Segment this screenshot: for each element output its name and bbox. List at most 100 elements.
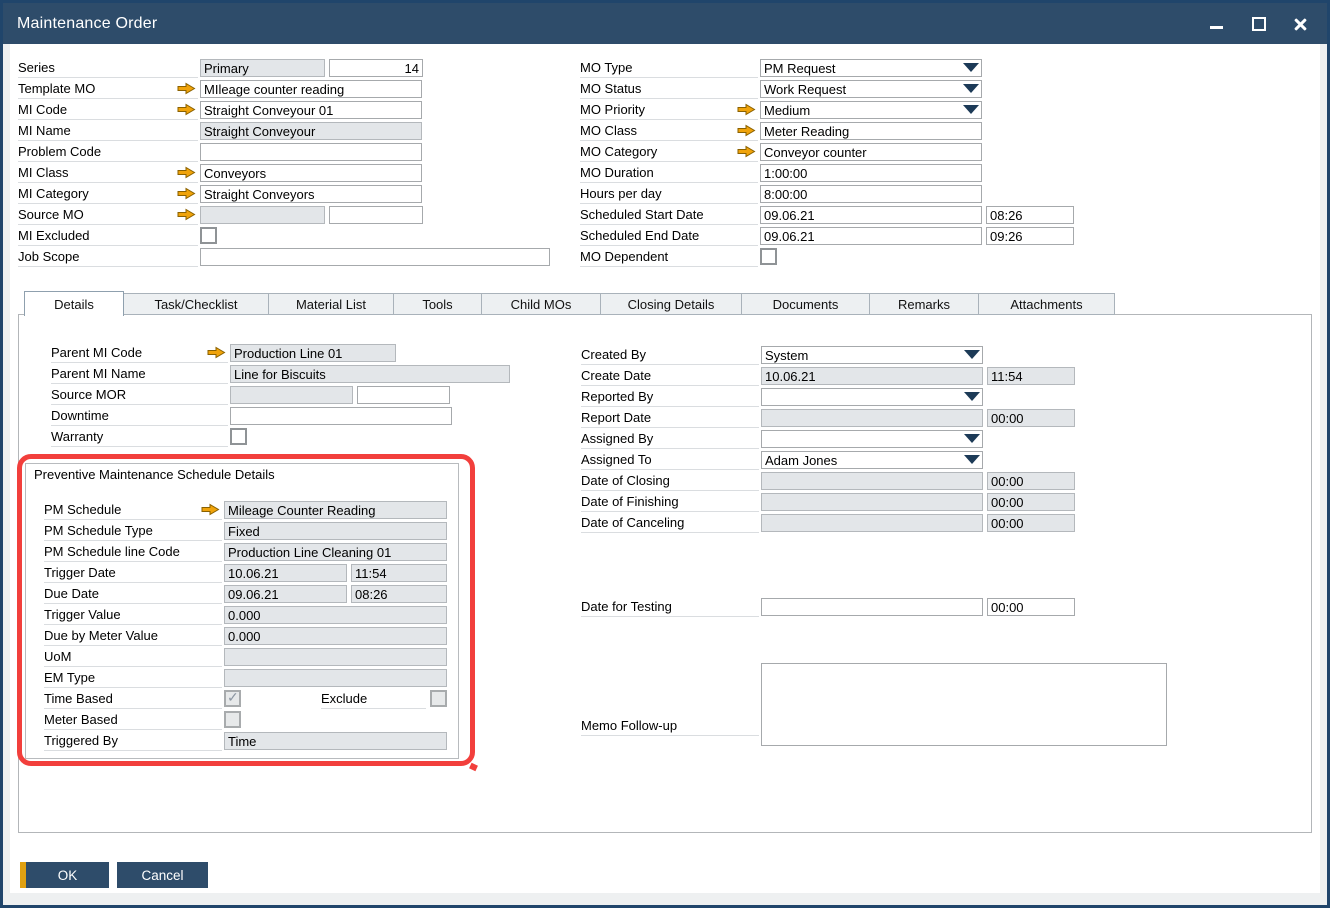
tab-child-mos[interactable]: Child MOs — [482, 293, 601, 315]
link-arrow-icon[interactable] — [201, 503, 220, 516]
assigned-to-dropdown[interactable]: Adam Jones — [761, 451, 983, 469]
canceling-time-field: 00:00 — [987, 514, 1075, 532]
assigned-to-label: Assigned To — [581, 452, 652, 467]
source-mo-label: Source MO — [18, 207, 84, 222]
link-arrow-icon[interactable] — [177, 82, 196, 95]
mo-class-field[interactable]: Meter Reading — [760, 122, 982, 140]
downtime-row: Downtime — [51, 405, 510, 426]
mo-duration-field[interactable]: 1:00:00 — [760, 164, 982, 182]
series-label: Series — [18, 60, 55, 75]
mo-category-label: MO Category — [580, 144, 657, 159]
mi-excluded-checkbox[interactable] — [200, 227, 217, 244]
memo-follow-up-label: Memo Follow-up — [581, 718, 677, 733]
mi-class-row: MI Class Conveyors — [18, 162, 550, 183]
tab-task-checklist[interactable]: Task/Checklist — [124, 293, 269, 315]
cancel-button[interactable]: Cancel — [117, 862, 208, 888]
tab-bar: Details Task/Checklist Material List Too… — [24, 291, 1115, 316]
assigned-by-dropdown[interactable] — [761, 430, 983, 448]
create-time-field: 11:54 — [987, 367, 1075, 385]
closing-time-field: 00:00 — [987, 472, 1075, 490]
scheduled-start-time-field[interactable]: 08:26 — [986, 206, 1074, 224]
source-mo-field — [200, 206, 325, 224]
hours-per-day-field[interactable]: 8:00:00 — [760, 185, 982, 203]
parent-mi-name-row: Parent MI Name Line for Biscuits — [51, 363, 510, 384]
series-number-field[interactable]: 14 — [329, 59, 423, 77]
tab-attachments[interactable]: Attachments — [979, 293, 1115, 315]
tab-tools[interactable]: Tools — [394, 293, 482, 315]
mo-type-dropdown[interactable]: PM Request — [760, 59, 982, 77]
mo-status-dropdown[interactable]: Work Request — [760, 80, 982, 98]
ok-button[interactable]: OK — [20, 862, 109, 888]
template-mo-field[interactable]: MIleage counter reading — [200, 80, 422, 98]
source-mo-number-field[interactable] — [329, 206, 423, 224]
link-arrow-icon[interactable] — [737, 124, 756, 137]
pm-schedule-type-field: Fixed — [224, 522, 447, 540]
testing-time-field[interactable]: 00:00 — [987, 598, 1075, 616]
date-for-testing-field[interactable] — [761, 598, 983, 616]
chevron-down-icon — [964, 392, 980, 401]
chevron-down-icon — [964, 434, 980, 443]
report-time-field: 00:00 — [987, 409, 1075, 427]
link-arrow-icon[interactable] — [207, 346, 226, 359]
warranty-row: Warranty — [51, 426, 510, 447]
mi-name-field: Straight Conveyour — [200, 122, 422, 140]
date-of-finishing-row: Date of Finishing 00:00 — [581, 491, 1075, 512]
downtime-label: Downtime — [51, 408, 109, 423]
date-of-canceling-label: Date of Canceling — [581, 515, 684, 530]
series-field: Primary — [200, 59, 325, 77]
window-content: Series Primary 14 Template MO MIleage co… — [10, 44, 1320, 893]
link-arrow-icon[interactable] — [177, 166, 196, 179]
close-icon[interactable] — [1293, 16, 1309, 32]
link-arrow-icon[interactable] — [737, 103, 756, 116]
tab-documents[interactable]: Documents — [742, 293, 870, 315]
scheduled-start-date-field[interactable]: 09.06.21 — [760, 206, 982, 224]
trigger-time-field: 11:54 — [351, 564, 447, 582]
job-scope-field[interactable] — [200, 248, 550, 266]
pm-schedule-type-label: PM Schedule Type — [44, 523, 153, 538]
report-date-row: Report Date 00:00 — [581, 407, 1075, 428]
template-mo-label: Template MO — [18, 81, 95, 96]
hours-per-day-label: Hours per day — [580, 186, 662, 201]
triggered-by-row: Triggered By Time — [44, 730, 447, 751]
tab-remarks[interactable]: Remarks — [870, 293, 979, 315]
mi-category-field[interactable]: Straight Conveyors — [200, 185, 422, 203]
tab-details[interactable]: Details — [24, 291, 124, 316]
reported-by-dropdown[interactable] — [761, 388, 983, 406]
downtime-field[interactable] — [230, 407, 452, 425]
triggered-by-field: Time — [224, 732, 447, 750]
problem-code-field[interactable] — [200, 143, 422, 161]
maximize-icon[interactable] — [1251, 16, 1267, 32]
problem-code-row: Problem Code — [18, 141, 550, 162]
warranty-checkbox[interactable] — [230, 428, 247, 445]
minimize-icon[interactable] — [1209, 16, 1225, 32]
trigger-date-field: 10.06.21 — [224, 564, 347, 582]
pm-schedule-groupbox: Preventive Maintenance Schedule Details … — [25, 463, 459, 759]
trigger-date-label: Trigger Date — [44, 565, 116, 580]
link-arrow-icon[interactable] — [177, 103, 196, 116]
due-date-field: 09.06.21 — [224, 585, 347, 603]
mo-dependent-checkbox[interactable] — [760, 248, 777, 265]
scheduled-end-date-field[interactable]: 09.06.21 — [760, 227, 982, 245]
mi-code-field[interactable]: Straight Conveyour 01 — [200, 101, 422, 119]
created-by-dropdown[interactable]: System — [761, 346, 983, 364]
create-date-field: 10.06.21 — [761, 367, 983, 385]
scheduled-end-time-field[interactable]: 09:26 — [986, 227, 1074, 245]
assigned-by-label: Assigned By — [581, 431, 653, 446]
uom-row: UoM — [44, 646, 447, 667]
reported-by-row: Reported By — [581, 386, 1075, 407]
link-arrow-icon[interactable] — [737, 145, 756, 158]
details-left-column: Parent MI Code Production Line 01 Parent… — [51, 342, 510, 447]
mo-priority-dropdown[interactable]: Medium — [760, 101, 982, 119]
memo-follow-up-textarea[interactable] — [761, 663, 1167, 746]
trigger-value-row: Trigger Value 0.000 — [44, 604, 447, 625]
tab-material-list[interactable]: Material List — [269, 293, 394, 315]
due-by-meter-value-label: Due by Meter Value — [44, 628, 158, 643]
link-arrow-icon[interactable] — [177, 187, 196, 200]
source-mor-field — [230, 386, 353, 404]
source-mor-number-field[interactable] — [357, 386, 450, 404]
mo-category-field[interactable]: Conveyor counter — [760, 143, 982, 161]
tab-closing-details[interactable]: Closing Details — [601, 293, 742, 315]
link-arrow-icon[interactable] — [177, 208, 196, 221]
em-type-field — [224, 669, 447, 687]
mi-class-field[interactable]: Conveyors — [200, 164, 422, 182]
